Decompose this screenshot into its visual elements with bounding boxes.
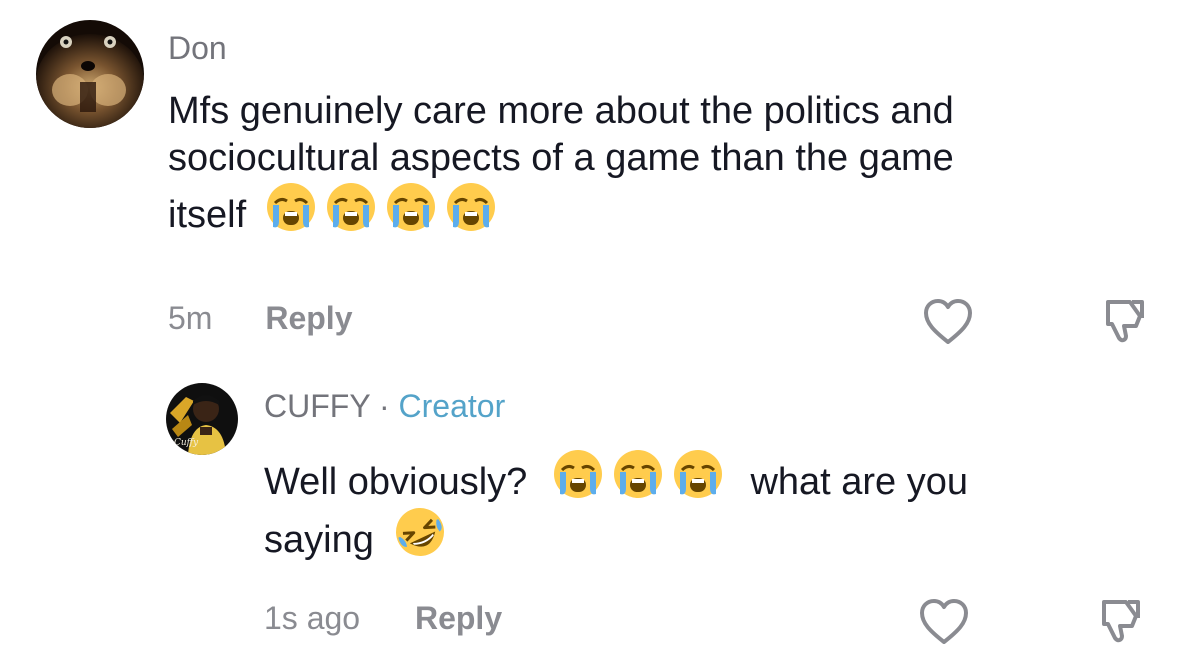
avatar[interactable]: Cuffy xyxy=(166,383,238,455)
comment-username[interactable]: Don xyxy=(168,30,227,67)
heart-outline-icon[interactable] xyxy=(918,598,970,646)
reply-text: Well obviously? what are you saying xyxy=(264,448,1164,563)
comment-text-line: itself xyxy=(168,181,1178,239)
comment-text-line-end: itself xyxy=(168,194,247,237)
crying-face-emoji xyxy=(445,181,497,233)
reply-timestamp: 1s ago xyxy=(264,600,361,636)
creator-badge: Creator xyxy=(398,388,506,424)
thumbs-down-icon[interactable] xyxy=(1096,596,1146,646)
avatar[interactable] xyxy=(36,20,144,128)
crying-face-emoji xyxy=(265,181,317,233)
crying-face-emoji xyxy=(385,181,437,233)
crying-face-emoji xyxy=(612,448,664,500)
reply-text-start: Well obviously? xyxy=(264,461,528,503)
avatar-signature: Cuffy xyxy=(174,438,199,448)
comment-text-line: Mfs genuinely care more about the politi… xyxy=(168,90,954,132)
reply-meta: 1s ago Reply xyxy=(264,600,502,637)
reply-text-line: saying xyxy=(264,506,1164,564)
reply-username[interactable]: CUFFY xyxy=(264,388,370,424)
crying-face-emoji xyxy=(672,448,724,500)
reply-button[interactable]: Reply xyxy=(415,600,502,637)
comment-text-line: sociocultural aspects of a game than the… xyxy=(168,136,954,179)
heart-outline-icon[interactable] xyxy=(922,298,974,346)
comment-text: Mfs genuinely care more about the politi… xyxy=(168,88,1178,239)
comment-meta: 5m Reply xyxy=(168,300,352,337)
reply-text-after-emoji: what are you xyxy=(750,461,969,503)
comment-timestamp: 5m xyxy=(168,300,213,336)
separator-dot: · xyxy=(378,388,390,424)
reply-text-line: Well obviously? what are you xyxy=(264,448,1164,506)
rofl-emoji xyxy=(394,506,446,558)
crying-face-emoji xyxy=(552,448,604,500)
reply-text-line2: saying xyxy=(264,518,374,561)
thumbs-down-icon[interactable] xyxy=(1100,296,1150,346)
reply-username-row: CUFFY · Creator xyxy=(264,388,505,425)
reply-button[interactable]: Reply xyxy=(265,300,352,337)
crying-face-emoji xyxy=(325,181,377,233)
